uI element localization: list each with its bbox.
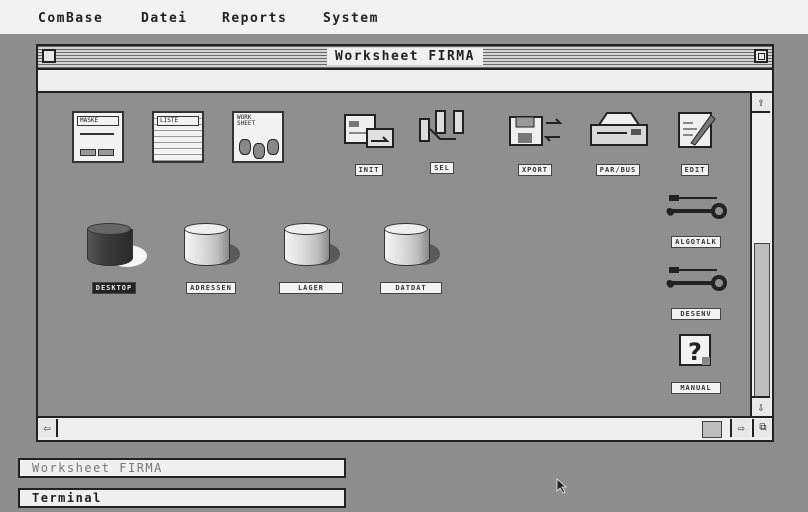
edit-icon: [678, 112, 716, 148]
maske-icon[interactable]: MASKE: [68, 111, 128, 163]
window-workarea: MASKE LISTE WORK SHEET INIT SEL XPORT PA…: [38, 93, 750, 416]
xport-label: XPORT: [517, 164, 553, 176]
menubar: ComBase Datei Reports System: [0, 0, 808, 34]
menu-reports[interactable]: Reports: [222, 11, 287, 26]
init-label: INIT: [354, 164, 384, 176]
vertical-scrollbar[interactable]: ⇧ ⇩: [750, 93, 772, 416]
database-icon: [184, 223, 230, 271]
manual-tool[interactable]: ? MANUAL: [654, 333, 738, 394]
xport-tool[interactable]: XPORT: [500, 113, 570, 176]
init-tool[interactable]: INIT: [338, 113, 400, 176]
scroll-down-icon[interactable]: ⇩: [752, 396, 770, 416]
scroll-up-icon[interactable]: ⇧: [752, 93, 770, 113]
window-title: Worksheet FIRMA: [327, 48, 483, 65]
horizontal-scrollbar[interactable]: ⇦ ⇨ ⧉: [38, 416, 772, 440]
svg-text:?: ?: [688, 338, 702, 366]
worksheet-window: Worksheet FIRMA MASKE LISTE WORK SHEET I…: [36, 44, 774, 442]
liste-icon-label: LISTE: [157, 116, 199, 126]
desktop-database[interactable]: DESKTOP: [66, 223, 162, 294]
taskbar-worksheet-firma[interactable]: Worksheet FIRMA: [18, 458, 346, 478]
close-box[interactable]: [42, 49, 56, 63]
menu-system[interactable]: System: [323, 11, 379, 26]
resize-box-icon[interactable]: ⧉: [752, 419, 772, 437]
scroll-right-icon[interactable]: ⇨: [730, 419, 750, 437]
algotalk-tool[interactable]: ALGOTALK: [654, 191, 738, 248]
adressen-database-label: ADRESSEN: [186, 282, 236, 294]
manual-label: MANUAL: [671, 382, 721, 394]
par-bus-label: PAR/BUS: [595, 164, 641, 176]
database-icon: [87, 223, 133, 271]
desktop-database-label: DESKTOP: [91, 282, 137, 294]
fullsize-box[interactable]: [754, 49, 768, 63]
worksheet-icon[interactable]: WORK SHEET: [228, 111, 288, 163]
edit-tool[interactable]: EDIT: [670, 109, 720, 176]
maske-icon-label: MASKE: [77, 116, 119, 126]
wrench-icon: [666, 195, 728, 219]
datdat-database[interactable]: DATDAT: [368, 223, 454, 294]
algotalk-label: ALGOTALK: [671, 236, 721, 248]
database-icon: [284, 223, 330, 271]
liste-icon[interactable]: LISTE: [148, 111, 208, 163]
scroll-left-icon[interactable]: ⇦: [38, 419, 58, 437]
init-icon: [344, 114, 394, 148]
taskbar-terminal[interactable]: Terminal: [18, 488, 346, 508]
help-icon: ?: [679, 334, 711, 366]
menu-datei[interactable]: Datei: [141, 11, 188, 26]
menu-combase[interactable]: ComBase: [38, 11, 103, 26]
window-titlebar[interactable]: Worksheet FIRMA: [38, 46, 772, 70]
sel-label: SEL: [430, 162, 454, 174]
window-infobar: [38, 70, 772, 93]
sel-icon: [419, 110, 464, 142]
desenv-label: DESENV: [671, 308, 721, 320]
par-bus-tool[interactable]: PAR/BUS: [582, 111, 654, 176]
worksheet-icon-label: WORK SHEET: [237, 114, 256, 127]
vertical-scroll-thumb[interactable]: [754, 243, 770, 415]
mouse-pointer-icon: [556, 478, 568, 494]
edit-label: EDIT: [680, 164, 710, 176]
adressen-database[interactable]: ADRESSEN: [166, 223, 256, 294]
desenv-tool[interactable]: DESENV: [654, 263, 738, 320]
datdat-database-label: DATDAT: [380, 282, 442, 294]
lager-database[interactable]: LAGER: [268, 223, 354, 294]
wrench-icon: [666, 267, 728, 291]
lager-database-label: LAGER: [278, 282, 344, 294]
sel-tool[interactable]: SEL: [412, 107, 472, 174]
printer-icon: [590, 112, 648, 146]
xport-icon: [509, 116, 563, 146]
database-icon: [384, 223, 430, 271]
horizontal-scroll-thumb[interactable]: [702, 421, 722, 438]
